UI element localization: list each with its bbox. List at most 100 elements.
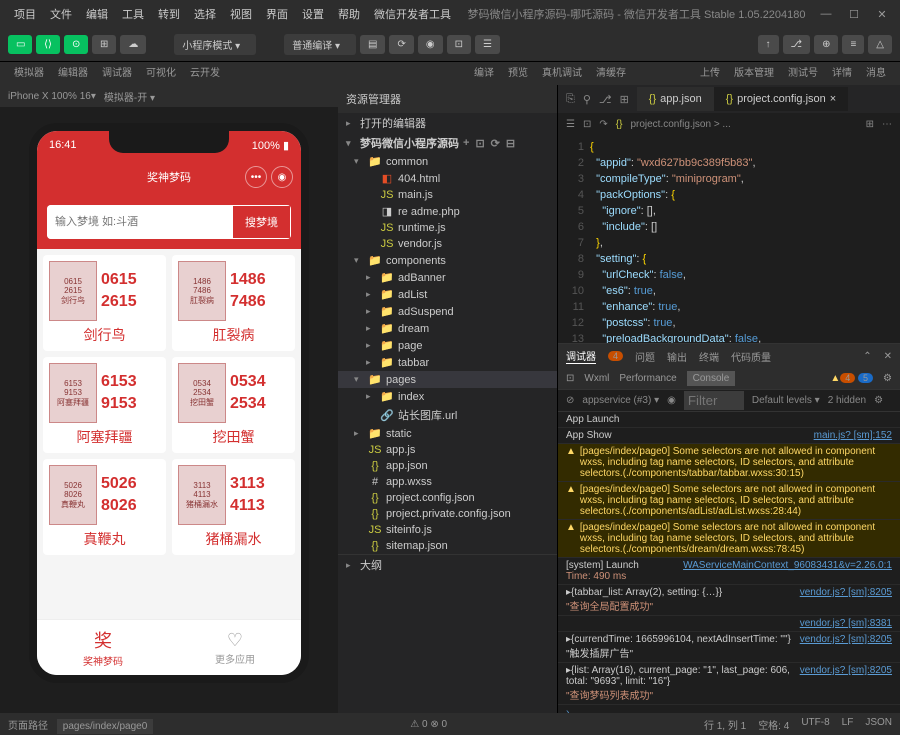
search-icon[interactable]: ⚲ (583, 93, 591, 106)
menu-help[interactable]: 帮助 (332, 2, 366, 26)
nav-menu-icon[interactable]: ••• (245, 166, 267, 188)
folder-item[interactable]: ▸📁index (338, 388, 557, 405)
tab-quality[interactable]: 代码质量 (731, 349, 771, 364)
more-icon[interactable]: ⋯ (882, 119, 892, 130)
file-item[interactable]: JSmain.js (338, 187, 557, 203)
tab-debugger[interactable]: 调试器 (566, 348, 596, 364)
file-item[interactable]: {}sitemap.json (338, 538, 557, 554)
subtab-console[interactable]: Console (687, 371, 736, 386)
console-warning[interactable]: ▲[pages/index/page0] Some selectors are … (558, 520, 900, 558)
test-account-btn[interactable]: ⊕ (814, 35, 838, 54)
file-item[interactable]: {}project.private.config.json (338, 506, 557, 522)
console-log[interactable]: ▸{tabbar_list: Array(2), setting: {…}}"查… (558, 585, 900, 616)
simulator-toggle[interactable]: ▭ (8, 35, 32, 54)
tab-project-config[interactable]: {}project.config.json × (714, 87, 848, 111)
simulator-header[interactable]: iPhone X 100% 16 ▾ 模拟器-开 ▾ (0, 85, 338, 107)
bookmark-icon[interactable]: ☰ (566, 119, 575, 130)
compile-options[interactable]: ▤ (360, 35, 385, 54)
elements-icon[interactable]: ⊡ (566, 373, 574, 384)
search-input[interactable] (47, 205, 232, 239)
compile-select[interactable]: 普通编译 ▾ (284, 34, 356, 55)
lang-info[interactable]: JSON (865, 717, 892, 732)
panel-close-icon[interactable]: ✕ (884, 351, 892, 362)
alert-icon[interactable]: ⚠ 0 (410, 719, 427, 730)
menu-tools[interactable]: 工具 (116, 2, 150, 26)
maximize-icon[interactable]: ☐ (844, 8, 864, 21)
settings-icon[interactable]: ⚙ (883, 373, 892, 384)
editor-toggle[interactable]: ⟨⟩ (36, 35, 60, 54)
tab-close-icon[interactable]: × (830, 93, 836, 105)
menu-interface[interactable]: 界面 (260, 2, 294, 26)
folder-item[interactable]: ▸📁adList (338, 286, 557, 303)
split-icon[interactable]: ⊞ (866, 119, 874, 130)
dream-card[interactable]: 31134113猪桶漏水31134113猪桶漏水 (172, 459, 295, 555)
cursor-position[interactable]: 行 1, 列 1 (704, 717, 746, 732)
folder-item[interactable]: ▸📁adBanner (338, 269, 557, 286)
code-editor[interactable]: 12345678910111213 { "appid": "wxd627bb9c… (558, 135, 900, 343)
tabbar-item-more[interactable]: ♡ 更多应用 (169, 620, 301, 675)
new-folder-icon[interactable]: ⊡ (475, 137, 484, 150)
menu-select[interactable]: 选择 (188, 2, 222, 26)
minimize-icon[interactable]: — (816, 8, 836, 21)
outline-section[interactable]: ▸大纲 (338, 554, 557, 575)
file-item[interactable]: JSruntime.js (338, 220, 557, 236)
gear-icon[interactable]: ⚙ (874, 395, 883, 406)
debugger-toggle[interactable]: ⊙ (64, 35, 88, 54)
refresh-icon[interactable]: ⟳ (491, 137, 500, 150)
collapse-icon[interactable]: ⊟ (506, 137, 515, 150)
details-btn[interactable]: ≡ (842, 35, 864, 54)
file-item[interactable]: {}app.json (338, 458, 557, 474)
compile-btn[interactable]: ⟳ (389, 35, 413, 54)
clear-console-icon[interactable]: ⊘ (566, 395, 574, 406)
dream-card[interactable]: 05342534挖田蟹05342534挖田蟹 (172, 357, 295, 453)
error-icon[interactable]: ⊗ 0 (430, 719, 447, 730)
folder-item[interactable]: ▾📁components (338, 252, 557, 269)
version-btn[interactable]: ⎇ (783, 35, 811, 54)
clear-cache-btn[interactable]: ☰ (475, 35, 500, 54)
indent-info[interactable]: 空格: 4 (758, 717, 789, 732)
file-item[interactable]: JSsiteinfo.js (338, 522, 557, 538)
menu-project[interactable]: 项目 (8, 2, 42, 26)
subtab-wxml[interactable]: Wxml (584, 373, 609, 384)
menu-settings[interactable]: 设置 (296, 2, 330, 26)
console-log[interactable]: ▸{list: Array(16), current_page: "1", la… (558, 663, 900, 705)
eye-icon[interactable]: ◉ (667, 395, 676, 406)
open-editors-section[interactable]: ▸打开的编辑器 (338, 113, 557, 133)
project-root[interactable]: ▾梦码微信小程序源码 + ⊡ ⟳ ⊟ (338, 133, 557, 153)
file-item[interactable]: JSvendor.js (338, 236, 557, 252)
folder-item[interactable]: ▸📁page (338, 337, 557, 354)
file-item[interactable]: #app.wxss (338, 474, 557, 490)
folder-item[interactable]: ▸📁static (338, 425, 557, 442)
menu-edit[interactable]: 编辑 (80, 2, 114, 26)
tab-app-json[interactable]: {}app.json (637, 87, 714, 111)
menu-view[interactable]: 视图 (224, 2, 258, 26)
dream-card[interactable]: 14867486肛裂病14867486肛裂病 (172, 255, 295, 351)
nav-close-icon[interactable]: ◉ (271, 166, 293, 188)
filter-input[interactable] (684, 391, 744, 410)
encoding-info[interactable]: UTF-8 (801, 717, 829, 732)
levels-dropdown[interactable]: Default levels ▾ (752, 395, 820, 406)
menu-file[interactable]: 文件 (44, 2, 78, 26)
file-item[interactable]: JSapp.js (338, 442, 557, 458)
git-icon[interactable]: ⎇ (599, 93, 612, 106)
folder-item[interactable]: ▸📁dream (338, 320, 557, 337)
mode-select[interactable]: 小程序模式 ▾ (174, 34, 256, 55)
ext-icon[interactable]: ⊞ (620, 93, 629, 106)
file-item[interactable]: ◧404.html (338, 170, 557, 187)
search-button[interactable]: 搜梦境 (232, 205, 291, 239)
menu-devtools[interactable]: 微信开发者工具 (368, 2, 457, 26)
console-body[interactable]: App LaunchApp Showmain.js? [sm]:152▲[pag… (558, 412, 900, 713)
upload-btn[interactable]: ↑ (758, 35, 779, 54)
console-warning[interactable]: ▲[pages/index/page0] Some selectors are … (558, 444, 900, 482)
phone-content[interactable]: 06152615剑行鸟06152615剑行鸟14867486肛裂病1486748… (37, 249, 301, 629)
eol-info[interactable]: LF (842, 717, 854, 732)
console-log[interactable]: vendor.js? [sm]:8381 (558, 616, 900, 632)
console-warning[interactable]: ▲[pages/index/page0] Some selectors are … (558, 482, 900, 520)
dream-card[interactable]: 61539153阿塞拜疆61539153阿塞拜疆 (43, 357, 166, 453)
folder-item[interactable]: ▾📁common (338, 153, 557, 170)
dream-card[interactable]: 06152615剑行鸟06152615剑行鸟 (43, 255, 166, 351)
folder-item[interactable]: ▾📁pages (338, 371, 557, 388)
preview-btn[interactable]: ◉ (418, 35, 443, 54)
menu-goto[interactable]: 转到 (152, 2, 186, 26)
circle-icon[interactable]: ↷ (599, 119, 607, 130)
